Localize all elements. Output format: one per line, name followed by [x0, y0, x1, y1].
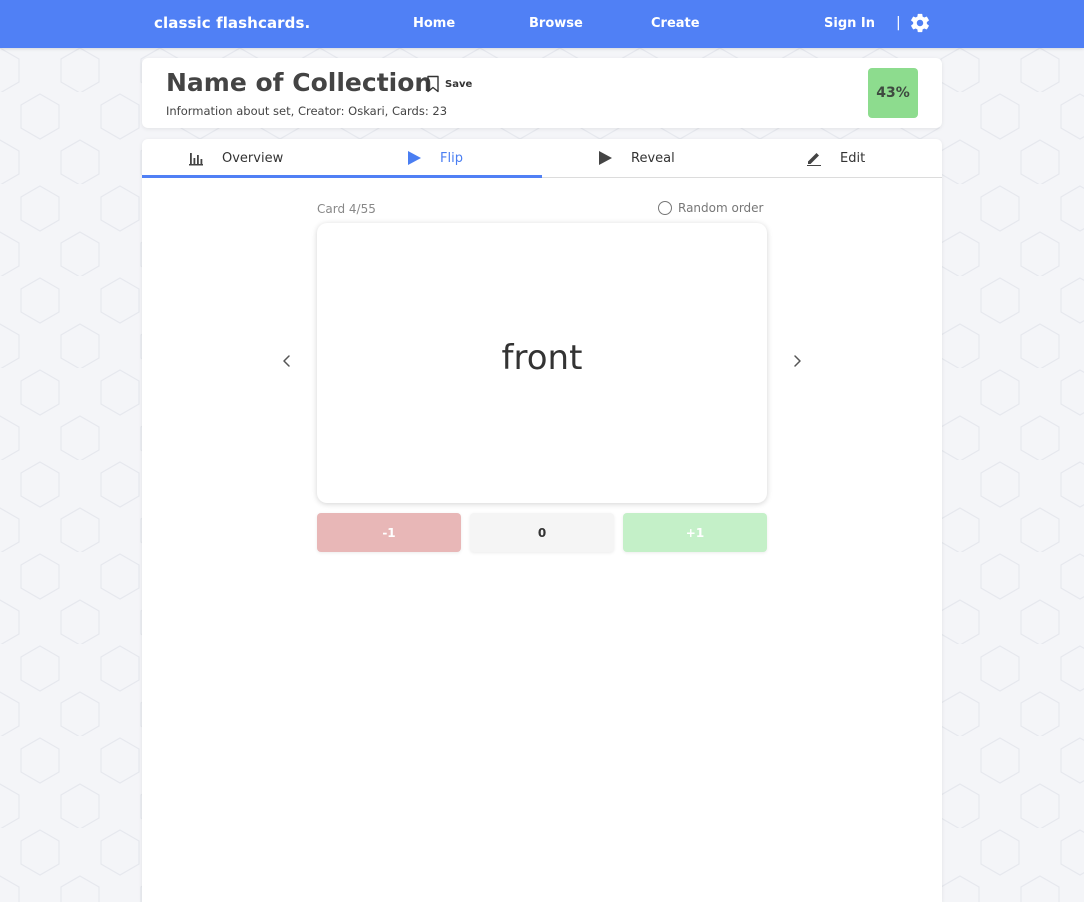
nav-home-link[interactable]: Home: [413, 16, 455, 31]
chevron-right-icon[interactable]: [790, 353, 804, 369]
card-counter: Card 4/55: [317, 202, 376, 216]
collection-header: Name of Collection Save Information abou…: [142, 58, 942, 128]
score-zero-button[interactable]: 0: [470, 513, 614, 552]
save-button[interactable]: Save: [426, 75, 472, 93]
nav-browse-link[interactable]: Browse: [529, 16, 583, 31]
score-plus-button[interactable]: +1: [623, 513, 767, 552]
flashcard-text: front: [501, 338, 583, 378]
random-order-radio[interactable]: [658, 201, 672, 215]
study-panel: Overview Flip Reveal Edit Card 4/55 Rand…: [142, 139, 942, 902]
tab-edit-label: Edit: [840, 151, 866, 166]
bookmark-icon: [427, 75, 439, 93]
sign-in-link[interactable]: Sign In: [824, 16, 875, 31]
collection-info: Information about set, Creator: Oskari, …: [166, 104, 448, 118]
top-navbar: classic flashcards. Home Browse Create S…: [0, 0, 1084, 48]
collection-title: Name of Collection: [166, 68, 433, 97]
active-tab-indicator: [142, 175, 542, 178]
play-icon: [599, 151, 612, 165]
brand-logo[interactable]: classic flashcards.: [154, 14, 310, 32]
tab-overview-label: Overview: [222, 151, 284, 166]
tab-flip-label: Flip: [440, 151, 463, 166]
pencil-icon: [807, 153, 821, 166]
flashcard[interactable]: front: [317, 223, 767, 503]
random-order-label: Random order: [678, 201, 764, 215]
save-label: Save: [445, 78, 473, 90]
mode-tabs: Overview Flip Reveal Edit: [142, 139, 942, 178]
nav-separator: |: [896, 15, 901, 31]
score-minus-button[interactable]: -1: [317, 513, 461, 552]
nav-create-link[interactable]: Create: [651, 16, 700, 31]
chevron-left-icon[interactable]: [280, 353, 294, 369]
tab-reveal[interactable]: Reveal: [542, 139, 742, 178]
tab-reveal-label: Reveal: [631, 151, 675, 166]
play-icon: [408, 151, 421, 165]
bar-chart-icon: [189, 153, 203, 166]
progress-badge: 43%: [868, 68, 918, 118]
random-order-toggle[interactable]: Random order: [658, 201, 764, 215]
gear-icon[interactable]: [909, 12, 931, 34]
tab-edit[interactable]: Edit: [742, 139, 942, 178]
tab-overview[interactable]: Overview: [142, 139, 342, 178]
tab-flip[interactable]: Flip: [342, 139, 542, 178]
